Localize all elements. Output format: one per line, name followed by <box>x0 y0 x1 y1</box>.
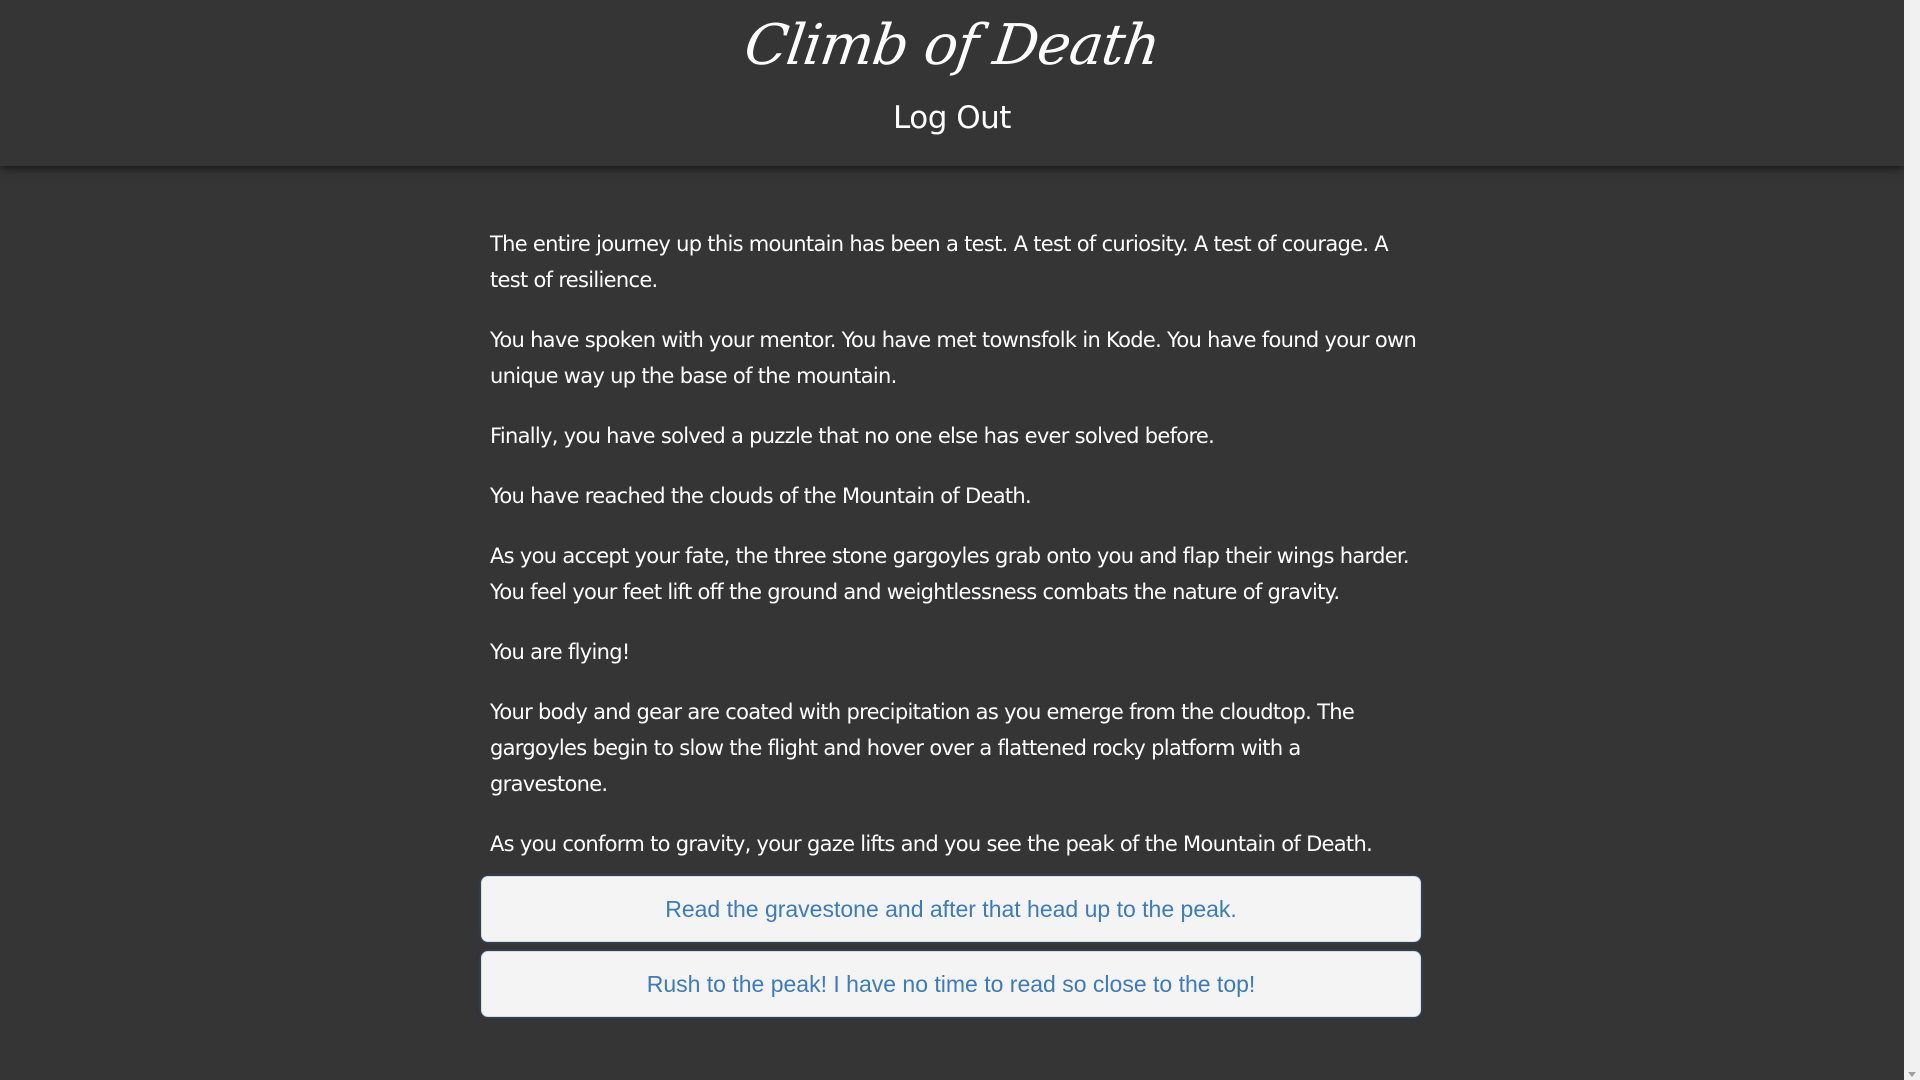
story-paragraph: Finally, you have solved a puzzle that n… <box>490 424 1215 448</box>
story-paragraph: As you conform to gravity, your gaze lif… <box>490 832 1373 856</box>
story-paragraph: You are flying! <box>490 640 630 664</box>
game-logo[interactable]: Climb of Death <box>0 10 1909 82</box>
story-text: The entire journey up this mountain has … <box>490 226 1420 862</box>
choice-rush-to-peak-button[interactable]: Rush to the peak! I have no time to read… <box>481 951 1421 1017</box>
choice-list: Read the gravestone and after that head … <box>481 876 1421 1026</box>
story-paragraph: As you accept your fate, the three stone… <box>490 544 1410 604</box>
logout-link[interactable]: Log Out <box>893 100 1011 136</box>
story-paragraph: Your body and gear are coated with preci… <box>490 700 1355 796</box>
chevron-down-icon[interactable] <box>1908 1072 1916 1077</box>
site-header: Climb of Death Log Out <box>0 0 1904 166</box>
story-paragraph: You have reached the clouds of the Mount… <box>490 484 1032 508</box>
story-content: The entire journey up this mountain has … <box>490 226 1420 886</box>
story-paragraph: You have spoken with your mentor. You ha… <box>490 328 1417 388</box>
logout-container: Log Out <box>0 96 1904 140</box>
choice-read-gravestone-button[interactable]: Read the gravestone and after that head … <box>481 876 1421 942</box>
page-scrollbar[interactable] <box>1904 0 1920 1080</box>
story-paragraph: The entire journey up this mountain has … <box>490 232 1389 292</box>
